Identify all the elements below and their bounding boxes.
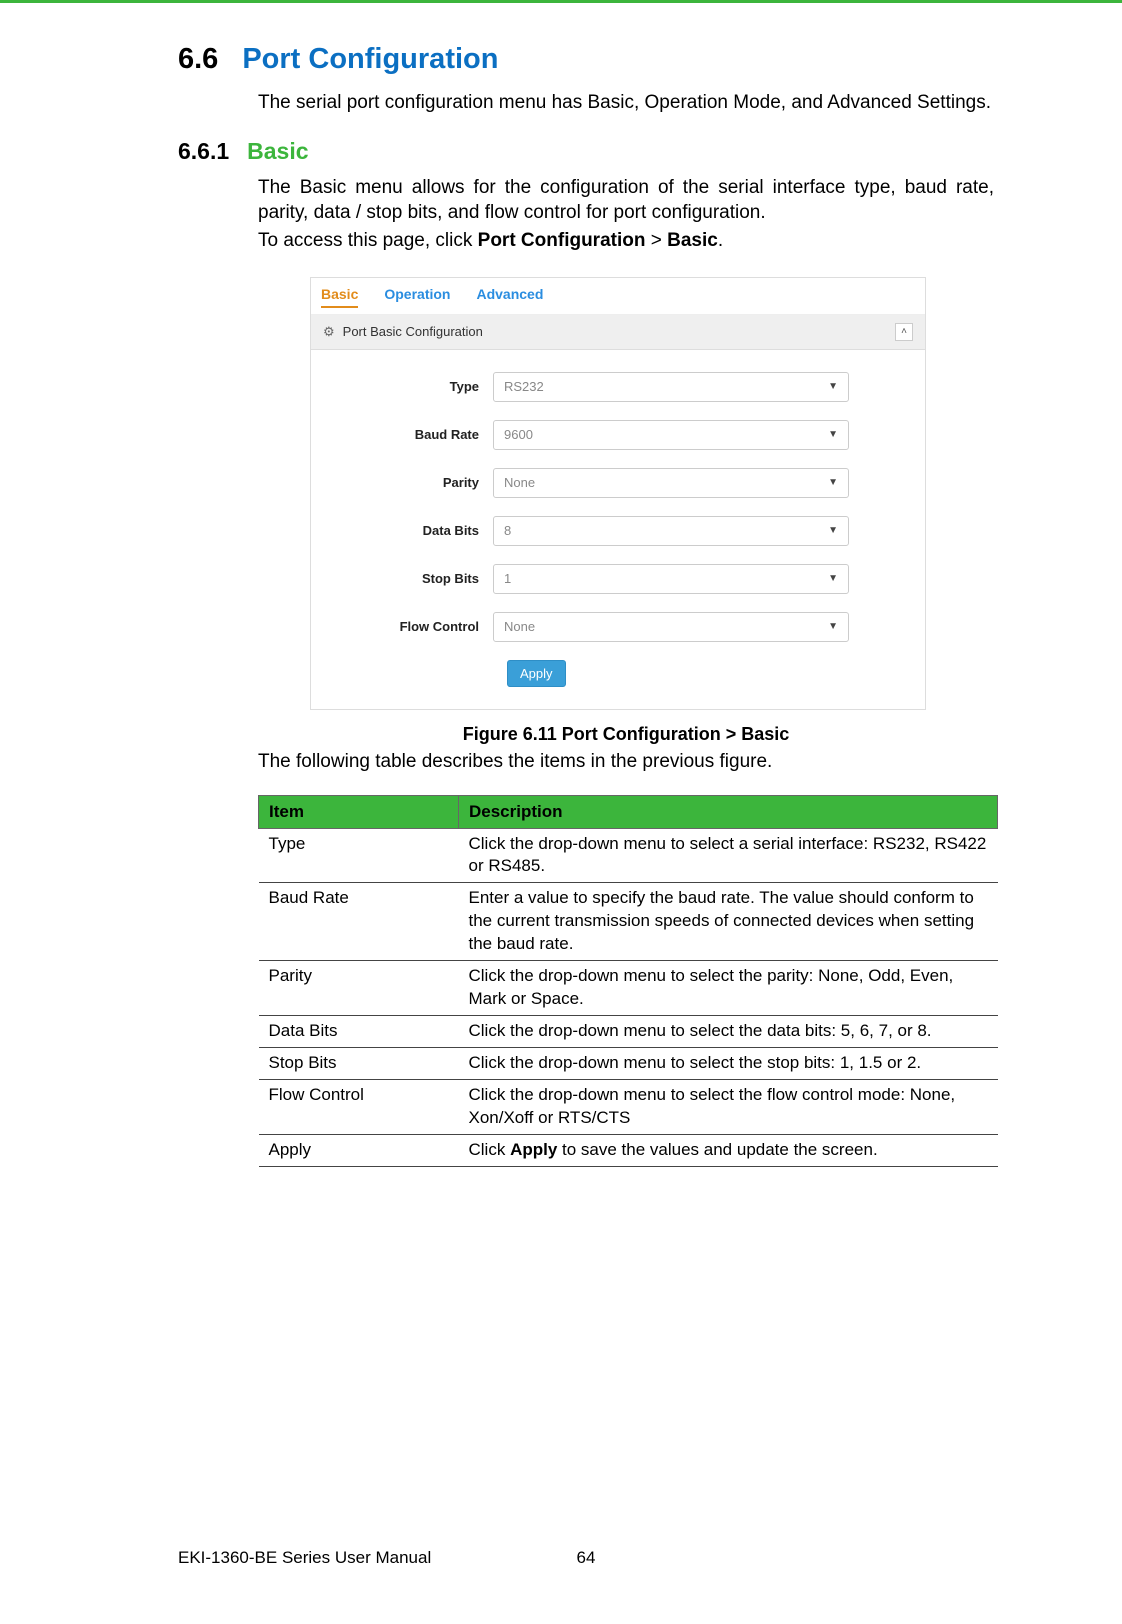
select-parity-value: None: [504, 475, 535, 490]
cell-desc: Click the drop-down menu to select the s…: [459, 1048, 998, 1080]
table-row: Stop Bits Click the drop-down menu to se…: [259, 1048, 998, 1080]
label-type: Type: [333, 379, 493, 394]
label-baud: Baud Rate: [333, 427, 493, 442]
cell-item: Data Bits: [259, 1016, 459, 1048]
cell-desc: Click the drop-down menu to select the p…: [459, 961, 998, 1016]
select-type-value: RS232: [504, 379, 544, 394]
tab-bar: Basic Operation Advanced: [311, 278, 925, 315]
figure-panel: Basic Operation Advanced ⚙ Port Basic Co…: [310, 277, 926, 710]
table-row: Apply Click Apply to save the values and…: [259, 1134, 998, 1166]
access-link-2: Basic: [667, 230, 718, 251]
row-stopbits: Stop Bits 1 ▼: [333, 564, 903, 594]
figure-caption: Figure 6.11 Port Configuration > Basic: [258, 724, 994, 745]
chevron-down-icon: ▼: [828, 429, 838, 440]
access-suffix: .: [718, 230, 723, 251]
cell-item: Apply: [259, 1134, 459, 1166]
apply-desc-post: to save the values and update the screen…: [557, 1140, 877, 1159]
tab-advanced[interactable]: Advanced: [476, 286, 543, 308]
subsection-heading: 6.6.1 Basic: [178, 138, 994, 165]
th-item: Item: [259, 795, 459, 828]
subsection-intro: The Basic menu allows for the configurat…: [258, 175, 994, 226]
subsection-number: 6.6.1: [178, 138, 229, 165]
row-parity: Parity None ▼: [333, 468, 903, 498]
cell-desc: Click the drop-down menu to select the d…: [459, 1016, 998, 1048]
table-row: Type Click the drop-down menu to select …: [259, 828, 998, 883]
section-title: Port Configuration: [242, 43, 498, 76]
label-flow: Flow Control: [333, 619, 493, 634]
select-parity[interactable]: None ▼: [493, 468, 849, 498]
apply-desc-pre: Click: [469, 1140, 511, 1159]
footer-page-number: 64: [178, 1548, 994, 1568]
gear-icon: ⚙: [323, 324, 335, 340]
row-flow: Flow Control None ▼: [333, 612, 903, 642]
select-baud-value: 9600: [504, 427, 533, 442]
table-row: Data Bits Click the drop-down menu to se…: [259, 1016, 998, 1048]
subsection-title: Basic: [247, 138, 308, 165]
cell-desc: Enter a value to specify the baud rate. …: [459, 883, 998, 961]
cell-desc: Click the drop-down menu to select the f…: [459, 1079, 998, 1134]
tab-basic[interactable]: Basic: [321, 286, 358, 308]
access-prefix: To access this page, click: [258, 230, 478, 251]
access-link-1: Port Configuration: [478, 230, 646, 251]
row-databits: Data Bits 8 ▼: [333, 516, 903, 546]
section-intro: The serial port configuration menu has B…: [258, 90, 994, 116]
select-databits[interactable]: 8 ▼: [493, 516, 849, 546]
chevron-down-icon: ▼: [828, 621, 838, 632]
section-heading: 6.6 Port Configuration: [178, 43, 994, 76]
select-stopbits-value: 1: [504, 571, 511, 586]
apply-desc-bold: Apply: [510, 1140, 557, 1159]
select-baud[interactable]: 9600 ▼: [493, 420, 849, 450]
section-number: 6.6: [178, 43, 218, 76]
table-row: Baud Rate Enter a value to specify the b…: [259, 883, 998, 961]
label-stopbits: Stop Bits: [333, 571, 493, 586]
cell-item: Flow Control: [259, 1079, 459, 1134]
tab-operation[interactable]: Operation: [384, 286, 450, 308]
access-sep: >: [645, 230, 667, 251]
chevron-down-icon: ▼: [828, 525, 838, 536]
table-row: Parity Click the drop-down menu to selec…: [259, 961, 998, 1016]
chevron-up-icon: ˄: [901, 326, 907, 337]
collapse-button[interactable]: ˄: [895, 323, 913, 341]
label-databits: Data Bits: [333, 523, 493, 538]
cell-item: Stop Bits: [259, 1048, 459, 1080]
cell-desc: Click Apply to save the values and updat…: [459, 1134, 998, 1166]
select-flow-value: None: [504, 619, 535, 634]
cell-desc: Click the drop-down menu to select a ser…: [459, 828, 998, 883]
select-type[interactable]: RS232 ▼: [493, 372, 849, 402]
select-flow[interactable]: None ▼: [493, 612, 849, 642]
access-instructions: To access this page, click Port Configur…: [258, 228, 994, 255]
chevron-down-icon: ▼: [828, 573, 838, 584]
apply-row: Apply: [507, 660, 903, 687]
apply-button[interactable]: Apply: [507, 660, 566, 687]
select-databits-value: 8: [504, 523, 511, 538]
row-baud: Baud Rate 9600 ▼: [333, 420, 903, 450]
chevron-down-icon: ▼: [828, 381, 838, 392]
panel-title: Port Basic Configuration: [343, 324, 483, 339]
table-row: Flow Control Click the drop-down menu to…: [259, 1079, 998, 1134]
chevron-down-icon: ▼: [828, 477, 838, 488]
post-figure-text: The following table describes the items …: [258, 751, 994, 773]
label-parity: Parity: [333, 475, 493, 490]
select-stopbits[interactable]: 1 ▼: [493, 564, 849, 594]
description-table: Item Description Type Click the drop-dow…: [258, 795, 998, 1167]
cell-item: Baud Rate: [259, 883, 459, 961]
panel-header: ⚙ Port Basic Configuration ˄: [311, 315, 925, 350]
cell-item: Parity: [259, 961, 459, 1016]
th-desc: Description: [459, 795, 998, 828]
form-area: Type RS232 ▼ Baud Rate 9600 ▼ Parity Non…: [311, 350, 925, 709]
row-type: Type RS232 ▼: [333, 372, 903, 402]
page-footer: EKI-1360-BE Series User Manual 64: [178, 1548, 994, 1568]
cell-item: Type: [259, 828, 459, 883]
